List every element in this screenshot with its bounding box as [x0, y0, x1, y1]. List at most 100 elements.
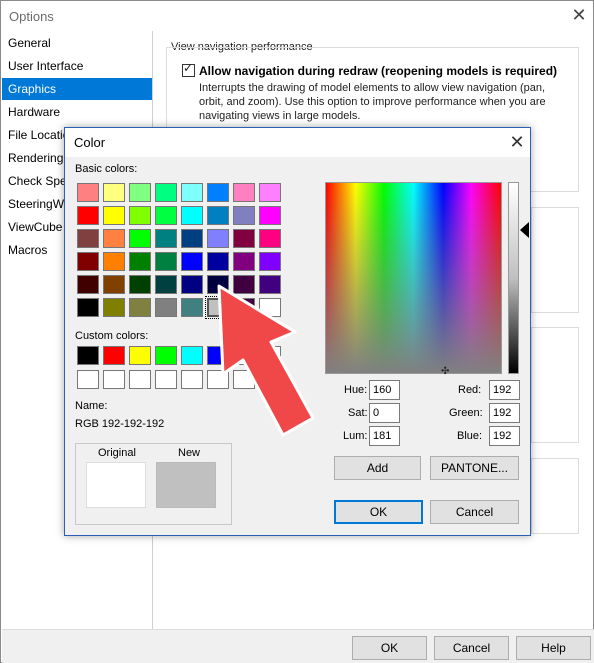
options-ok-button[interactable]: OK — [352, 636, 427, 660]
options-cancel-button[interactable]: Cancel — [434, 636, 509, 660]
basic-color-swatch[interactable] — [103, 252, 125, 271]
basic-color-swatch[interactable] — [129, 275, 151, 294]
custom-color-swatch[interactable] — [181, 370, 203, 389]
basic-color-swatch[interactable] — [207, 252, 229, 271]
name-value: RGB 192-192-192 — [75, 418, 165, 430]
color-dialog-title: Color — [74, 135, 106, 150]
basic-color-swatch[interactable] — [77, 275, 99, 294]
basic-color-swatch[interactable] — [155, 252, 177, 271]
basic-color-swatch[interactable] — [77, 183, 99, 202]
custom-color-swatch[interactable] — [103, 346, 125, 365]
basic-color-swatch[interactable] — [233, 206, 255, 225]
pointer-arrow-icon — [217, 284, 315, 437]
basic-color-swatch[interactable] — [207, 206, 229, 225]
red-input[interactable]: 192 — [489, 380, 520, 400]
color-titlebar — [65, 128, 530, 157]
lum-label: Lum: — [343, 430, 368, 442]
custom-color-swatch[interactable] — [103, 370, 125, 389]
green-input[interactable]: 192 — [489, 403, 520, 423]
basic-color-swatch[interactable] — [77, 229, 99, 248]
group-frame-2 — [531, 207, 579, 313]
custom-color-swatch[interactable] — [155, 346, 177, 365]
basic-color-swatch[interactable] — [77, 298, 99, 317]
basic-color-swatch[interactable] — [233, 252, 255, 271]
basic-color-swatch[interactable] — [181, 183, 203, 202]
basic-color-swatch[interactable] — [233, 183, 255, 202]
sidebar-item[interactable]: General — [2, 32, 152, 54]
basic-color-swatch[interactable] — [181, 229, 203, 248]
basic-color-swatch[interactable] — [155, 206, 177, 225]
basic-color-swatch[interactable] — [103, 206, 125, 225]
crosshair-icon: ✣ — [441, 366, 450, 377]
basic-color-swatch[interactable] — [259, 206, 281, 225]
basic-color-swatch[interactable] — [207, 229, 229, 248]
new-label: New — [178, 447, 201, 459]
custom-color-swatch[interactable] — [155, 370, 177, 389]
checkbox-label[interactable]: Allow navigation during redraw (reopenin… — [199, 64, 557, 78]
custom-color-swatch[interactable] — [77, 370, 99, 389]
custom-color-swatch[interactable] — [77, 346, 99, 365]
options-title: Options — [9, 9, 54, 24]
basic-color-swatch[interactable] — [103, 298, 125, 317]
custom-color-swatch[interactable] — [129, 370, 151, 389]
color-ok-button[interactable]: OK — [334, 500, 423, 524]
basic-color-swatch[interactable] — [129, 229, 151, 248]
hue-input[interactable]: 160 — [369, 380, 400, 400]
basic-color-swatch[interactable] — [129, 183, 151, 202]
sidebar-item[interactable]: User Interface — [2, 55, 152, 77]
custom-color-swatch[interactable] — [181, 346, 203, 365]
group-frame-4 — [531, 458, 579, 534]
basic-color-swatch[interactable] — [181, 252, 203, 271]
basic-color-swatch[interactable] — [103, 275, 125, 294]
group-frame-3 — [531, 327, 579, 443]
basic-color-swatch[interactable] — [259, 252, 281, 271]
basic-color-swatch[interactable] — [181, 298, 203, 317]
basic-color-swatch[interactable] — [207, 183, 229, 202]
close-icon[interactable]: ✕ — [568, 4, 590, 26]
basic-color-swatch[interactable] — [77, 252, 99, 271]
basic-color-swatch[interactable] — [129, 206, 151, 225]
new-color-preview — [156, 462, 216, 508]
basic-color-swatch[interactable] — [129, 252, 151, 271]
options-help-button[interactable]: Help — [516, 636, 591, 660]
close-icon[interactable]: ✕ — [505, 130, 529, 154]
luminosity-slider[interactable] — [508, 182, 519, 374]
basic-color-swatch[interactable] — [155, 229, 177, 248]
checkmark-icon: ✓ — [183, 61, 194, 75]
basic-color-swatch[interactable] — [181, 206, 203, 225]
original-color-preview — [86, 462, 146, 508]
green-label: Green: — [449, 407, 483, 419]
basic-color-swatch[interactable] — [129, 298, 151, 317]
basic-color-swatch[interactable] — [155, 183, 177, 202]
slider-arrow-icon[interactable] — [520, 222, 529, 238]
sidebar-item[interactable]: Hardware — [2, 101, 152, 123]
custom-colors-label: Custom colors: — [75, 330, 149, 342]
basic-color-swatch[interactable] — [155, 275, 177, 294]
sat-label: Sat: — [348, 407, 368, 419]
add-custom-color-button[interactable]: Add — [334, 456, 421, 480]
arrow-shape — [217, 284, 315, 437]
basic-color-swatch[interactable] — [103, 229, 125, 248]
color-spectrum[interactable] — [325, 182, 502, 374]
basic-color-swatch[interactable] — [77, 206, 99, 225]
basic-colors-label: Basic colors: — [75, 163, 138, 175]
original-label: Original — [98, 447, 136, 459]
lum-input[interactable]: 181 — [369, 426, 400, 446]
basic-color-swatch[interactable] — [155, 298, 177, 317]
name-label: Name: — [75, 400, 108, 412]
basic-color-swatch[interactable] — [259, 183, 281, 202]
basic-color-swatch[interactable] — [233, 229, 255, 248]
custom-color-swatch[interactable] — [129, 346, 151, 365]
basic-color-swatch[interactable] — [103, 183, 125, 202]
blue-input[interactable]: 192 — [489, 426, 520, 446]
sidebar-item[interactable]: Graphics — [2, 78, 152, 100]
pantone-button[interactable]: PANTONE... — [430, 456, 519, 480]
basic-color-swatch[interactable] — [259, 229, 281, 248]
sat-input[interactable]: 0 — [369, 403, 400, 423]
red-label: Red: — [458, 384, 482, 396]
options-button-bar: OK Cancel Help — [2, 629, 594, 663]
basic-color-swatch[interactable] — [181, 275, 203, 294]
checkbox-description: Interrupts the drawing of model elements… — [199, 82, 546, 122]
hue-label: Hue: — [344, 384, 368, 396]
color-cancel-button[interactable]: Cancel — [430, 500, 519, 524]
